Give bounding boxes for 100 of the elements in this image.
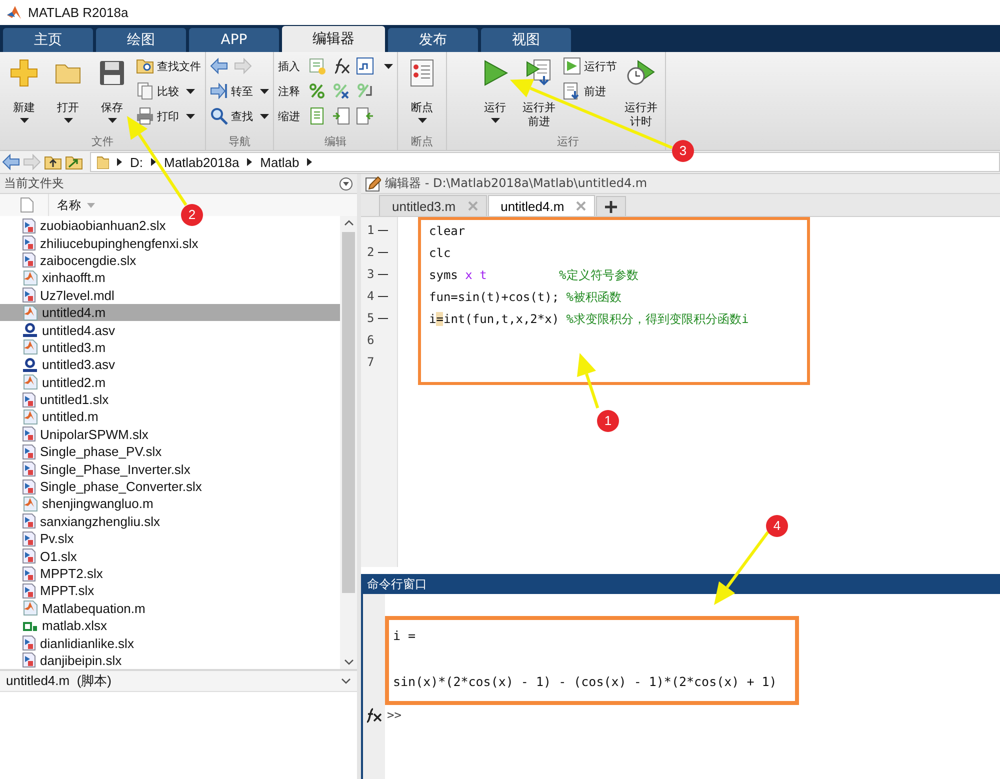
scroll-down-icon[interactable] [344, 659, 354, 665]
file-row[interactable]: sanxiangzhengliu.slx [0, 512, 340, 530]
file-row[interactable]: untitled3.m [0, 338, 340, 356]
path-segment[interactable]: D: [130, 154, 143, 170]
back-button[interactable] [210, 57, 228, 75]
caret-icon[interactable] [260, 114, 269, 118]
toolbar-button[interactable]: 新建 [4, 56, 44, 123]
toolbar-button[interactable] [332, 82, 350, 100]
caret-icon[interactable] [186, 114, 195, 118]
output-line: sin(x)*(2*cos(x) - 1) - (cos(x) - 1)*(2*cos(x) + 1) [393, 674, 777, 689]
file-row[interactable]: untitled.m [0, 408, 340, 426]
toolbar-button[interactable]: 查找 [210, 106, 269, 126]
scroll-thumb[interactable] [342, 232, 355, 593]
toolbar-button[interactable] [356, 82, 374, 100]
chevron-icon[interactable] [117, 158, 122, 166]
file-row[interactable]: shenjingwangluo.m [0, 495, 340, 513]
caret-icon[interactable] [260, 88, 269, 94]
file-row[interactable]: Single_phase_Converter.slx [0, 478, 340, 496]
file-row[interactable]: xinhaofft.m [0, 269, 340, 287]
window-title: MATLAB R2018a [28, 5, 128, 20]
output-line: i = [393, 628, 416, 643]
ribbon-tab[interactable]: 发布 [388, 28, 478, 52]
percent-wrap-icon [356, 82, 374, 100]
file-row[interactable]: Single_Phase_Inverter.slx [0, 460, 340, 478]
indent-icon [332, 107, 350, 125]
section-label: 文件 [90, 134, 114, 150]
toolbar-button[interactable] [356, 57, 374, 75]
ribbon-tab[interactable]: 主页 [3, 28, 93, 52]
file-row[interactable]: dianlidianlike.slx [0, 634, 340, 652]
toolbar-button[interactable]: 运行 [475, 56, 515, 123]
file-row[interactable]: MPPT.slx [0, 582, 340, 600]
chevron-icon[interactable] [247, 158, 252, 166]
caret-icon[interactable] [20, 118, 28, 123]
caret-icon[interactable] [418, 118, 426, 123]
chevron-icon[interactable] [151, 158, 156, 166]
model-file-icon [22, 478, 36, 495]
dropdown-menu-icon[interactable] [339, 176, 353, 190]
plus-icon [605, 200, 618, 212]
back-button[interactable] [2, 153, 20, 171]
printer-icon [136, 107, 154, 125]
file-tab[interactable]: untitled4.m [488, 195, 596, 216]
new-tab-button[interactable] [596, 196, 626, 216]
folder-icon [97, 155, 109, 169]
file-row[interactable]: zaibocengdie.slx [0, 252, 340, 270]
file-row[interactable]: Uz7level.mdl [0, 286, 340, 304]
file-row[interactable]: matlab.xlsx [0, 616, 340, 634]
ribbon-tab[interactable]: 绘图 [96, 28, 186, 52]
section-label: 运行 [556, 134, 580, 150]
row-label: 注释 [278, 84, 300, 98]
file-row[interactable]: UnipolarSPWM.slx [0, 426, 340, 444]
script-file-icon [22, 408, 38, 425]
file-row[interactable]: untitled4.asv [0, 321, 340, 339]
file-row[interactable]: zhiliucebupinghengfenxi.slx [0, 234, 340, 252]
file-row[interactable]: untitled4.m [0, 304, 340, 322]
toolbar-button[interactable]: 打印 [136, 106, 201, 126]
caret-icon[interactable] [384, 64, 393, 68]
toolbar-button[interactable]: 前进 [563, 81, 617, 101]
toolbar-button[interactable]: 比较 [136, 81, 201, 101]
autosave-file-icon [22, 356, 38, 373]
caret-icon[interactable] [490, 118, 500, 123]
scroll-up-icon[interactable] [344, 220, 354, 226]
model-file-icon [22, 548, 36, 564]
toolbar-button[interactable]: 打开 [48, 56, 88, 123]
file-row[interactable]: O1.slx [0, 547, 340, 565]
toolbar-button[interactable]: 转至 [210, 81, 269, 101]
toolbar-button[interactable]: 运行节 [563, 56, 617, 76]
number-badge: 2 [181, 204, 203, 226]
ribbon-tab[interactable]: 编辑器 [282, 26, 385, 52]
ribbon-tab[interactable]: 视图 [481, 28, 571, 52]
caret-icon[interactable] [108, 118, 116, 123]
file-row[interactable]: untitled1.slx [0, 390, 340, 408]
ribbon-tab[interactable]: APP [189, 28, 279, 52]
panel-title: 当前文件夹 [4, 175, 65, 192]
section-label: 编辑 [324, 134, 348, 150]
file-row[interactable]: danjibeipin.slx [0, 652, 340, 669]
toolbar-button[interactable]: 运行并计时 [621, 56, 661, 129]
autosave-file-icon [22, 322, 38, 338]
column-header[interactable]: 名称 [48, 194, 95, 216]
function-browser-icon[interactable] [365, 707, 383, 723]
scrollbar[interactable] [340, 216, 357, 669]
chevron-down-icon[interactable] [341, 678, 351, 684]
toolbar-button[interactable]: 断点 [402, 56, 442, 123]
script-file-icon [22, 304, 38, 321]
toolbar-button[interactable]: 查找文件 [136, 56, 201, 76]
pencil-document-icon [365, 176, 381, 192]
file-row[interactable]: Pv.slx [0, 530, 340, 548]
file-row[interactable]: Matlabequation.m [0, 600, 340, 617]
file-row[interactable]: Single_phase_PV.slx [0, 443, 340, 460]
caret-icon[interactable] [186, 88, 195, 94]
caret-icon[interactable] [64, 118, 72, 123]
file-row[interactable]: MPPT2.slx [0, 564, 340, 582]
percent-remove-icon [332, 82, 350, 100]
toolbar-button[interactable] [332, 57, 350, 75]
path-segment[interactable]: Matlab2018a [164, 154, 240, 170]
file-tab[interactable]: untitled3.m [379, 195, 487, 216]
file-row[interactable]: untitled3.asv [0, 356, 340, 374]
path-segment[interactable]: Matlab [260, 154, 300, 170]
file-row[interactable]: untitled2.m [0, 374, 340, 391]
chevron-icon[interactable] [307, 158, 312, 166]
toolbar-button[interactable]: 保存 [92, 56, 132, 123]
